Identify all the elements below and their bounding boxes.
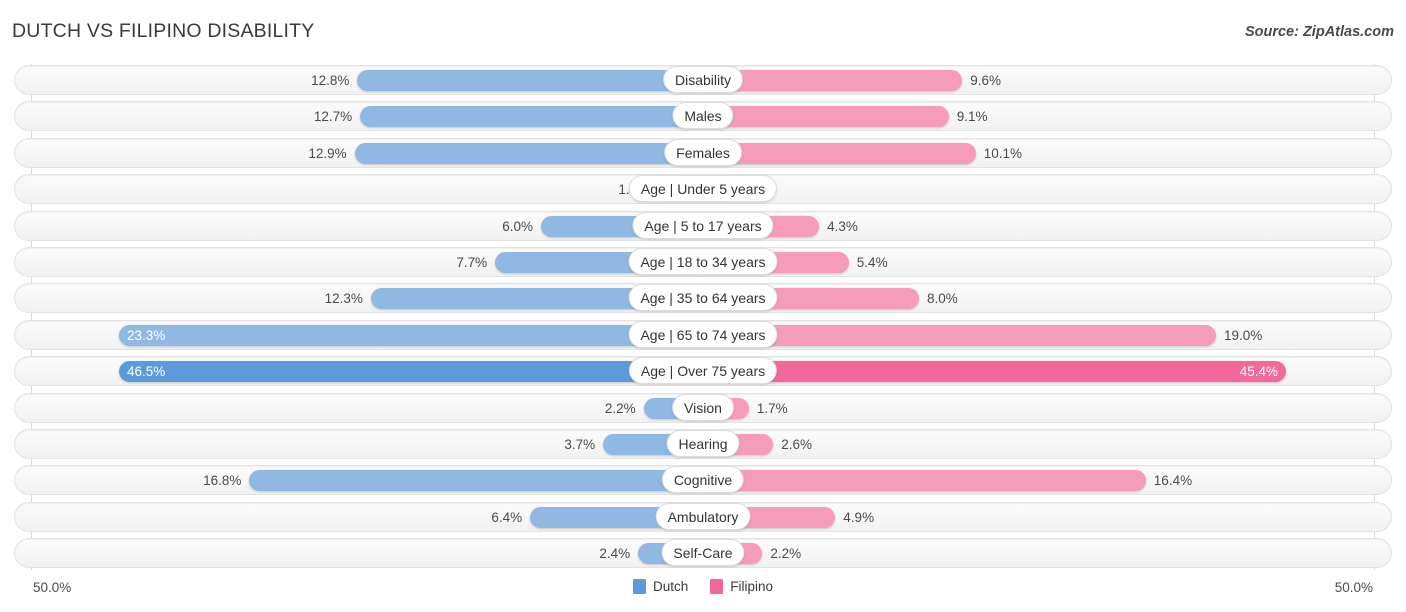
category-label-pill[interactable]: Vision <box>672 393 734 421</box>
bar-value-dutch: 3.7% <box>564 436 596 452</box>
bar-dutch[interactable] <box>360 106 703 128</box>
category-label-pill[interactable]: Males <box>672 102 734 130</box>
bar-value-dutch: 12.7% <box>313 109 353 125</box>
bar-value-dutch: 12.8% <box>311 73 350 88</box>
category-label-pill[interactable]: Age | Under 5 years <box>628 175 778 203</box>
bar-value-filipino: 10.1% <box>983 145 1022 161</box>
bar-value-dutch: 12.3% <box>324 291 363 307</box>
table-row[interactable]: 46.5% 45.4% Age | Over 75 years <box>0 353 1406 389</box>
table-row[interactable]: 12.7% 9.1% Males <box>0 98 1406 134</box>
category-label-pill[interactable]: Self-Care <box>661 539 745 567</box>
page-title: DUTCH VS FILIPINO DISABILITY <box>12 20 315 42</box>
category-label-pill[interactable]: Age | 35 to 64 years <box>628 284 778 312</box>
legend-label: Filipino <box>730 579 774 594</box>
table-row[interactable]: 12.3% 8.0% Age | 35 to 64 years <box>0 280 1406 316</box>
bar-dutch[interactable] <box>357 70 703 91</box>
bar-filipino[interactable] <box>703 361 1286 383</box>
chart-plot-area: 12.8% 9.6% Disability 12.7% 9.1% Males 12.9% 10… <box>0 62 1406 572</box>
category-label-pill[interactable]: Age | 18 to 34 years <box>628 247 778 275</box>
bar-filipino[interactable] <box>703 324 1216 346</box>
source-attribution: Source: ZipAtlas.com <box>1244 24 1394 40</box>
table-row[interactable]: 23.3% 19.0% Age | 65 to 74 years <box>0 317 1406 353</box>
bar-filipino[interactable] <box>703 470 1146 492</box>
bar-value-filipino: 8.0% <box>927 291 958 307</box>
bar-value-dutch: 16.8% <box>203 473 242 489</box>
bar-value-filipino: 2.6% <box>781 436 812 452</box>
bar-filipino[interactable] <box>703 106 949 128</box>
legend-item[interactable]: Filipino <box>710 579 773 594</box>
chart-legend: Dutch Filipino <box>0 579 1406 594</box>
table-row[interactable]: 7.7% 5.4% Age | 18 to 34 years <box>0 244 1406 280</box>
bar-value-dutch: 6.0% <box>502 218 533 234</box>
square-swatch <box>632 579 646 594</box>
category-label-pill[interactable]: Age | Over 75 years <box>628 357 778 385</box>
bar-value-dutch: 2.4% <box>599 546 631 562</box>
bar-value-dutch: 12.9% <box>308 145 347 161</box>
bar-value-filipino: 9.1% <box>956 109 988 125</box>
bar-value-filipino: 2.2% <box>770 546 802 562</box>
bar-value-filipino: 1.7% <box>756 400 788 416</box>
category-label-pill[interactable]: Age | 5 to 17 years <box>632 211 774 239</box>
table-row[interactable]: 2.4% 2.2% Self-Care <box>0 535 1406 571</box>
category-label-pill[interactable]: Age | 65 to 74 years <box>628 320 778 348</box>
table-row[interactable]: 1.7%1.1%Age | Under 5 years <box>0 171 1406 207</box>
chart-header: DUTCH VS FILIPINO DISABILITY Source: Zip… <box>0 0 1406 62</box>
chart-footer: 50.0% 50.0% Dutch Filipino <box>0 572 1406 612</box>
bar-row-list: 12.8% 9.6% Disability 12.7% 9.1% Males 12.9% 10… <box>0 62 1406 571</box>
bar-dutch[interactable] <box>249 470 703 492</box>
square-swatch <box>710 579 724 594</box>
table-row[interactable]: 12.9% 10.1% Females <box>0 135 1406 171</box>
legend-item[interactable]: Dutch <box>632 579 689 594</box>
category-label-pill[interactable]: Disability <box>662 66 744 93</box>
bar-value-filipino: 16.4% <box>1153 473 1193 489</box>
bar-value-filipino: 45.4% <box>1239 364 1278 380</box>
bar-value-filipino: 9.6% <box>970 73 1001 88</box>
table-row[interactable]: 2.2% 1.7% Vision <box>0 390 1406 426</box>
bar-value-filipino: 4.9% <box>843 509 875 525</box>
category-label-pill[interactable]: Ambulatory <box>655 502 751 530</box>
bar-dutch[interactable] <box>119 324 703 346</box>
bar-value-dutch: 46.5% <box>127 364 166 380</box>
bar-dutch[interactable] <box>119 361 703 383</box>
category-label-pill[interactable]: Hearing <box>666 429 740 457</box>
bar-filipino[interactable] <box>703 142 976 164</box>
bar-value-filipino: 5.4% <box>856 254 888 270</box>
table-row[interactable]: 16.8% 16.4% Cognitive <box>0 462 1406 498</box>
bar-value-filipino: 19.0% <box>1224 327 1263 343</box>
bar-value-dutch: 6.4% <box>491 509 523 525</box>
bar-value-filipino: 4.3% <box>827 218 858 234</box>
table-row[interactable]: 6.0% 4.3% Age | 5 to 17 years <box>0 208 1406 244</box>
table-row[interactable]: 6.4% 4.9% Ambulatory <box>0 499 1406 535</box>
bar-value-dutch: 7.7% <box>456 254 488 270</box>
legend-label: Dutch <box>652 579 689 594</box>
bar-dutch[interactable] <box>354 142 703 164</box>
bar-value-dutch: 23.3% <box>127 327 166 343</box>
category-label-pill[interactable]: Cognitive <box>661 466 745 494</box>
category-label-pill[interactable]: Females <box>664 138 742 166</box>
table-row[interactable]: 3.7% 2.6% Hearing <box>0 426 1406 462</box>
table-row[interactable]: 12.8% 9.6% Disability <box>0 62 1406 98</box>
bar-value-dutch: 2.2% <box>604 400 636 416</box>
